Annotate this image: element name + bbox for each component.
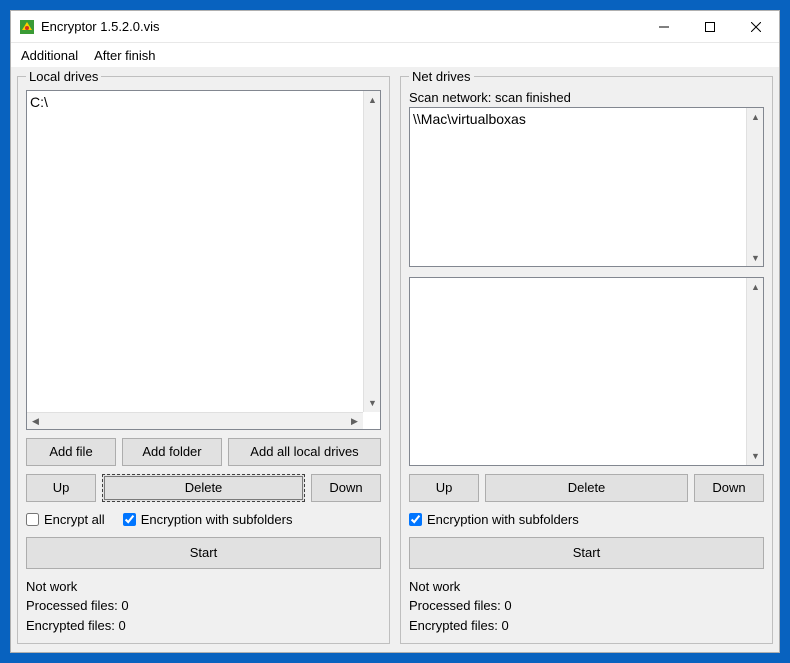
net-up-button[interactable]: Up (409, 474, 479, 502)
local-status-notwork: Not work (26, 577, 381, 597)
scroll-up-icon[interactable]: ▲ (364, 91, 381, 108)
local-subfolders-checkbox[interactable]: Encryption with subfolders (123, 512, 293, 527)
net-subfolders-label: Encryption with subfolders (427, 512, 579, 527)
minimize-button[interactable] (641, 12, 687, 42)
window-title: Encryptor 1.5.2.0.vis (41, 19, 641, 34)
encrypt-all-input[interactable] (26, 513, 39, 526)
local-panel: Local drives C:\ ▲ ▼ ◀ ▶ Add file Add fo… (17, 69, 390, 644)
net-status-encrypted: Encrypted files: 0 (409, 616, 764, 636)
net-delete-button[interactable]: Delete (485, 474, 688, 502)
local-start-button[interactable]: Start (26, 537, 381, 569)
net-subfolders-checkbox[interactable]: Encryption with subfolders (409, 512, 579, 527)
minimize-icon (659, 22, 669, 32)
net-subfolders-input[interactable] (409, 513, 422, 526)
local-up-button[interactable]: Up (26, 474, 96, 502)
local-move-row: Up Delete Down (26, 474, 381, 502)
content-area: Local drives C:\ ▲ ▼ ◀ ▶ Add file Add fo… (11, 67, 779, 652)
net-status-processed: Processed files: 0 (409, 596, 764, 616)
local-drives-listbox[interactable]: C:\ ▲ ▼ ◀ ▶ (26, 90, 381, 430)
net-move-row: Up Delete Down (409, 474, 764, 502)
net-start-button[interactable]: Start (409, 537, 764, 569)
maximize-icon (705, 22, 715, 32)
close-icon (751, 22, 761, 32)
local-drives-group: Local drives C:\ ▲ ▼ ◀ ▶ Add file Add fo… (17, 69, 390, 644)
scroll-up-icon[interactable]: ▲ (747, 278, 764, 295)
vertical-scrollbar[interactable]: ▲ ▼ (746, 108, 763, 266)
scroll-up-icon[interactable]: ▲ (747, 108, 764, 125)
vertical-scrollbar[interactable]: ▲ ▼ (746, 278, 763, 465)
scroll-down-icon[interactable]: ▼ (747, 249, 764, 266)
list-item[interactable]: C:\ (30, 93, 377, 112)
net-drives-legend: Net drives (409, 69, 474, 84)
local-drives-legend: Local drives (26, 69, 101, 84)
net-checkbox-row: Encryption with subfolders (409, 512, 764, 527)
maximize-button[interactable] (687, 12, 733, 42)
app-icon (19, 19, 35, 35)
scroll-right-icon[interactable]: ▶ (346, 413, 363, 430)
scroll-left-icon[interactable]: ◀ (27, 413, 44, 430)
net-drives-bottom-listbox[interactable]: ▲ ▼ (409, 277, 764, 466)
local-add-row: Add file Add folder Add all local drives (26, 438, 381, 466)
app-window: Encryptor 1.5.2.0.vis Additional After f… (10, 10, 780, 653)
scroll-down-icon[interactable]: ▼ (364, 395, 381, 412)
menu-additional[interactable]: Additional (21, 48, 78, 63)
add-file-button[interactable]: Add file (26, 438, 116, 466)
net-panel: Net drives Scan network: scan finished \… (400, 69, 773, 644)
menu-after-finish[interactable]: After finish (94, 48, 155, 63)
local-status-encrypted: Encrypted files: 0 (26, 616, 381, 636)
scan-network-status: Scan network: scan finished (409, 90, 764, 105)
menubar: Additional After finish (11, 43, 779, 67)
net-drives-top-listbox[interactable]: \\Mac\virtualboxas ▲ ▼ (409, 107, 764, 267)
horizontal-scrollbar[interactable]: ◀ ▶ (27, 412, 363, 429)
local-checkbox-row: Encrypt all Encryption with subfolders (26, 512, 381, 527)
local-subfolders-label: Encryption with subfolders (141, 512, 293, 527)
encrypt-all-label: Encrypt all (44, 512, 105, 527)
list-item[interactable]: \\Mac\virtualboxas (413, 110, 760, 129)
net-drives-group: Net drives Scan network: scan finished \… (400, 69, 773, 644)
add-folder-button[interactable]: Add folder (122, 438, 222, 466)
local-subfolders-input[interactable] (123, 513, 136, 526)
local-delete-button[interactable]: Delete (102, 474, 305, 502)
scroll-down-icon[interactable]: ▼ (747, 448, 764, 465)
local-status: Not work Processed files: 0 Encrypted fi… (26, 577, 381, 636)
net-status-notwork: Not work (409, 577, 764, 597)
net-down-button[interactable]: Down (694, 474, 764, 502)
local-status-processed: Processed files: 0 (26, 596, 381, 616)
add-all-local-drives-button[interactable]: Add all local drives (228, 438, 381, 466)
local-down-button[interactable]: Down (311, 474, 381, 502)
vertical-scrollbar[interactable]: ▲ ▼ (363, 91, 380, 412)
close-button[interactable] (733, 12, 779, 42)
titlebar[interactable]: Encryptor 1.5.2.0.vis (11, 11, 779, 43)
net-status: Not work Processed files: 0 Encrypted fi… (409, 577, 764, 636)
encrypt-all-checkbox[interactable]: Encrypt all (26, 512, 105, 527)
